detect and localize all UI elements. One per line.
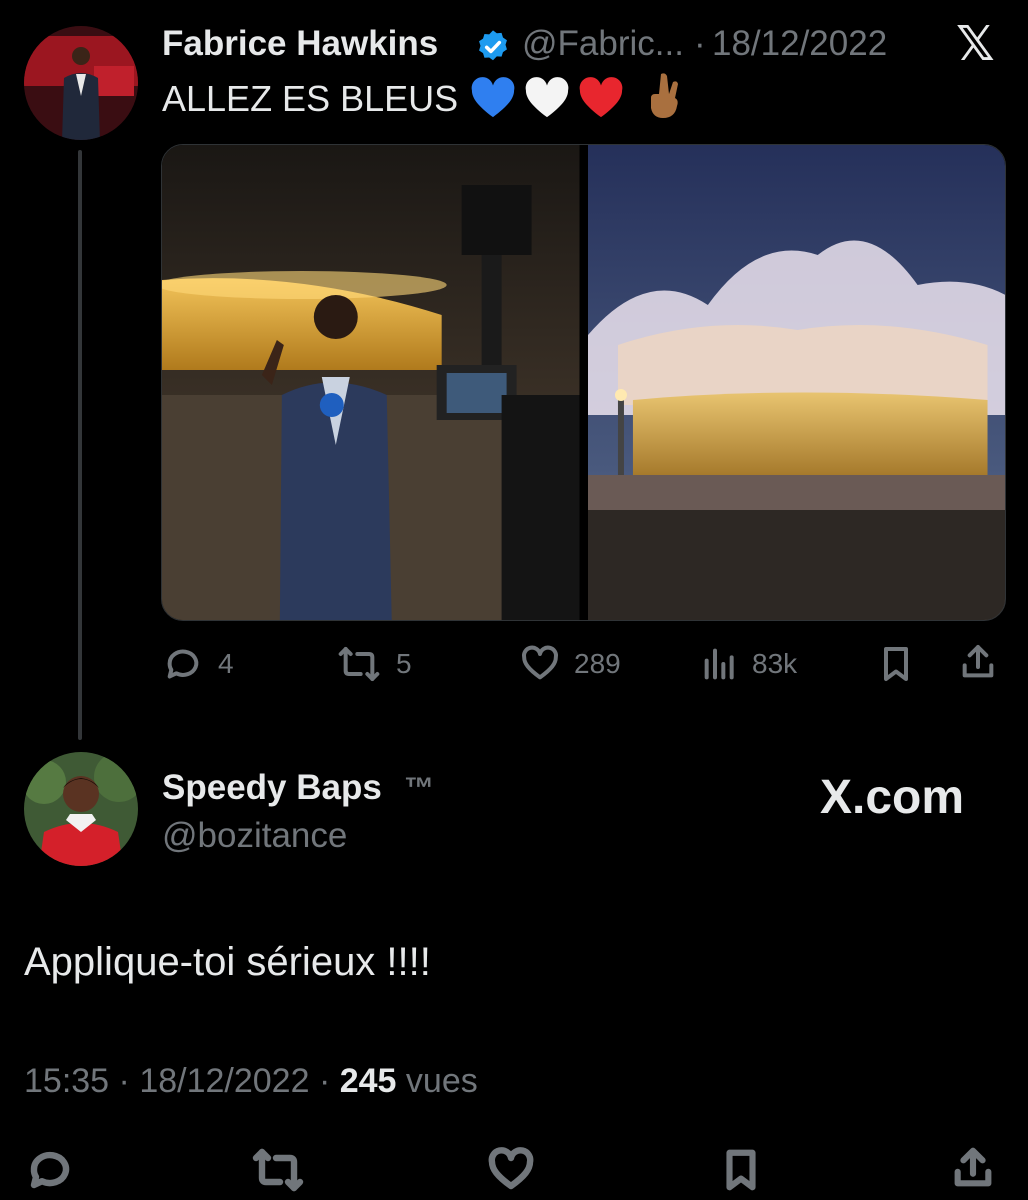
blue-heart-icon (471, 77, 515, 118)
verified-badge-icon (479, 30, 507, 61)
bookmark-icon[interactable] (718, 1146, 764, 1194)
views-count: 83k (752, 648, 798, 679)
author-name[interactable]: Fabrice Hawkins (162, 24, 438, 64)
tweet-time[interactable]: 15:35 (24, 1062, 109, 1100)
bookmark-icon[interactable] (876, 644, 916, 684)
repost-icon[interactable] (250, 1146, 306, 1194)
reply-count: 4 (218, 648, 234, 679)
tweet-meta: 15:35 · 18/12/2022 · 245 vues (24, 1062, 478, 1101)
views-count: 245 (339, 1062, 397, 1100)
reply-author-name[interactable]: Speedy Baps (162, 768, 382, 808)
media-gallery[interactable] (161, 144, 1006, 621)
trademark-symbol: ™ (404, 772, 434, 805)
tweet-date[interactable]: 18/12/2022 (139, 1062, 309, 1100)
meta-separator: · (318, 1062, 331, 1100)
speedy-baps-avatar[interactable] (24, 752, 138, 866)
site-watermark: X.com (820, 771, 965, 824)
meta-separator: · (118, 1062, 130, 1100)
repost-icon[interactable] (336, 644, 382, 684)
like-icon[interactable] (486, 1146, 536, 1194)
fabrice-avatar[interactable] (24, 26, 138, 140)
media-photo-stadium-fireworks[interactable] (587, 145, 1005, 620)
views-icon[interactable] (700, 644, 740, 684)
share-icon[interactable] (950, 1144, 996, 1192)
author-handle[interactable]: @Fabric... (522, 24, 684, 64)
thread-line (78, 150, 82, 740)
reply-author-handle[interactable]: @bozitance (162, 816, 347, 856)
reply-icon[interactable] (163, 644, 203, 684)
quoted-tweet-text: ALLEZ ES BLEUS (162, 78, 459, 119)
crossed-fingers-icon (651, 73, 678, 118)
share-icon[interactable] (958, 642, 998, 682)
like-icon[interactable] (520, 644, 560, 684)
reply-icon[interactable] (26, 1146, 74, 1194)
tweet-date[interactable]: 18/12/2022 (712, 24, 887, 64)
reply-tweet-text: Applique-toi sérieux !!!! (24, 940, 431, 984)
red-heart-icon (579, 77, 623, 118)
separator-dot: · (694, 24, 706, 63)
repost-count: 5 (396, 648, 412, 679)
white-heart-icon (525, 77, 569, 118)
media-photo-reporter[interactable] (162, 145, 580, 620)
like-count: 289 (574, 648, 621, 679)
views-label: vues (405, 1062, 478, 1100)
x-logo-icon[interactable]: 𝕏 (956, 16, 995, 72)
